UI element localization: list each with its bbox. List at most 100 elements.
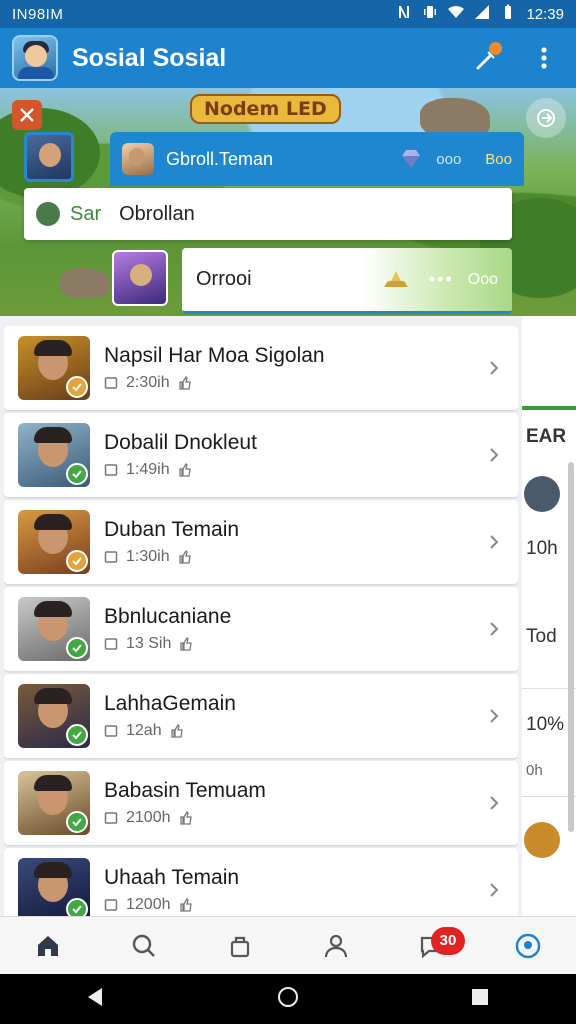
group-chat-meta: ooo — [436, 150, 462, 168]
search-text: Obrollan — [119, 202, 195, 225]
recents-button[interactable] — [468, 985, 492, 1014]
more-vert-icon — [541, 47, 547, 69]
check-icon — [72, 557, 82, 566]
app-bar: Sosial Sosial — [0, 28, 576, 88]
verified-check — [66, 376, 88, 398]
chat-avatar — [18, 684, 90, 748]
banner-user-avatar[interactable] — [24, 132, 74, 182]
chat-avatar — [18, 771, 90, 835]
peek-time-4: 0h — [526, 762, 543, 779]
verified-check — [66, 724, 88, 746]
thumbs-up-icon — [178, 550, 191, 564]
nav-chat[interactable]: 30 — [407, 921, 465, 971]
back-triangle-icon — [88, 987, 102, 1006]
check-icon — [72, 905, 82, 914]
chat-name: LahhaGemain — [104, 692, 236, 715]
chat-name: Bbnlucaniane — [104, 605, 232, 628]
side-peek-panel[interactable]: EAR 10h Tod 10% 0h — [522, 316, 576, 916]
verified-check — [66, 811, 88, 833]
chat-list: Napsil Har Moa Sigolan 2:30ih Dobalil Dn… — [4, 326, 518, 916]
chevron-right-icon — [490, 622, 499, 636]
verified-check — [66, 463, 88, 485]
nav-search[interactable] — [119, 921, 169, 971]
peek-time-2: Tod — [526, 626, 557, 647]
vibrate-icon — [422, 4, 438, 24]
nav-profile[interactable] — [503, 921, 553, 971]
chat-avatar — [18, 423, 90, 487]
message-icon — [104, 812, 118, 824]
nfc-icon — [396, 4, 412, 24]
nav-friends[interactable] — [311, 921, 361, 971]
status-time: 12:39 — [526, 5, 564, 23]
wand-button[interactable] — [468, 38, 508, 78]
chevron-right-icon — [490, 448, 499, 462]
bag-icon — [230, 936, 250, 957]
chat-name: Babasin Temuam — [104, 779, 266, 802]
scrollbar[interactable] — [568, 462, 574, 832]
group-chat-card[interactable]: Gbroll.Teman ooo Boo — [110, 132, 524, 186]
app-avatar[interactable] — [12, 35, 58, 81]
chat-time: 13 Sih — [126, 635, 172, 652]
preview-count: Ooo — [467, 270, 498, 288]
share-icon — [537, 109, 555, 127]
chat-list-item[interactable]: Napsil Har Moa Sigolan 2:30ih — [4, 326, 518, 410]
group-avatar — [122, 143, 154, 175]
search-icon — [132, 934, 155, 957]
bottom-navigation: 30 — [0, 916, 576, 974]
overflow-menu-button[interactable] — [524, 38, 564, 78]
chat-list-item[interactable]: Duban Temain 1:30ih — [4, 500, 518, 584]
message-icon — [104, 464, 118, 476]
peek-time-3: 10% — [526, 714, 565, 735]
group-chat-count: Boo — [485, 150, 512, 168]
notification-dot — [489, 42, 502, 55]
chat-list-item[interactable]: LahhaGemain 12ah — [4, 674, 518, 758]
chat-name: Duban Temain — [104, 518, 240, 541]
thumbs-up-icon — [179, 811, 192, 825]
check-icon — [72, 818, 82, 827]
battery-icon — [500, 4, 516, 24]
message-icon — [104, 551, 118, 563]
status-bar: IN98IM 12:39 — [0, 0, 576, 28]
chat-list-item[interactable]: Bbnlucaniane 13 Sih — [4, 587, 518, 671]
chat-name: Dobalil Dnokleut — [104, 431, 257, 454]
home-circle-icon — [278, 986, 298, 1007]
message-icon — [104, 899, 118, 911]
verified-check — [66, 637, 88, 659]
chat-avatar — [18, 510, 90, 574]
chat-time: 2100h — [126, 809, 171, 826]
chat-avatar — [18, 336, 90, 400]
check-icon — [72, 731, 82, 740]
chat-list-item[interactable]: Babasin Temuam 2100h — [4, 761, 518, 845]
check-icon — [72, 470, 82, 479]
alien-icon — [36, 202, 60, 226]
thumbs-up-icon — [178, 376, 191, 390]
home-button[interactable] — [276, 985, 300, 1014]
peek-icon — [524, 822, 560, 858]
chat-time: 2:30ih — [126, 374, 170, 391]
nav-home[interactable] — [23, 921, 73, 971]
chevron-right-icon — [490, 361, 499, 375]
chat-list-item[interactable]: Dobalil Dnokleut 1:49ih — [4, 413, 518, 497]
banner-back-button[interactable] — [12, 100, 42, 130]
recents-square-icon — [472, 988, 488, 1005]
preview-avatar[interactable] — [112, 250, 168, 306]
chevron-right-icon — [490, 796, 499, 810]
search-chat-card[interactable]: Sar Obrollan — [24, 188, 512, 240]
check-icon — [72, 644, 82, 653]
banner-share-button[interactable] — [526, 98, 566, 138]
chat-name: Napsil Har Moa Sigolan — [104, 344, 325, 367]
thumbs-up-icon — [179, 898, 192, 912]
preview-text: Orrooi — [196, 268, 252, 290]
chat-list-item[interactable]: Uhaah Temain 1200h — [4, 848, 518, 916]
chat-avatar — [18, 858, 90, 916]
message-icon — [104, 725, 118, 737]
back-button[interactable] — [84, 985, 108, 1014]
thumbs-up-icon — [180, 637, 193, 651]
profile-circle-icon — [515, 933, 541, 958]
chat-name: Uhaah Temain — [104, 866, 240, 889]
peek-header: EAR — [526, 426, 567, 447]
chevron-right-icon — [490, 883, 499, 897]
preview-chat-card[interactable]: Orrooi ••• Ooo — [182, 248, 512, 314]
chevron-right-icon — [490, 709, 499, 723]
nav-bag[interactable] — [215, 921, 265, 971]
